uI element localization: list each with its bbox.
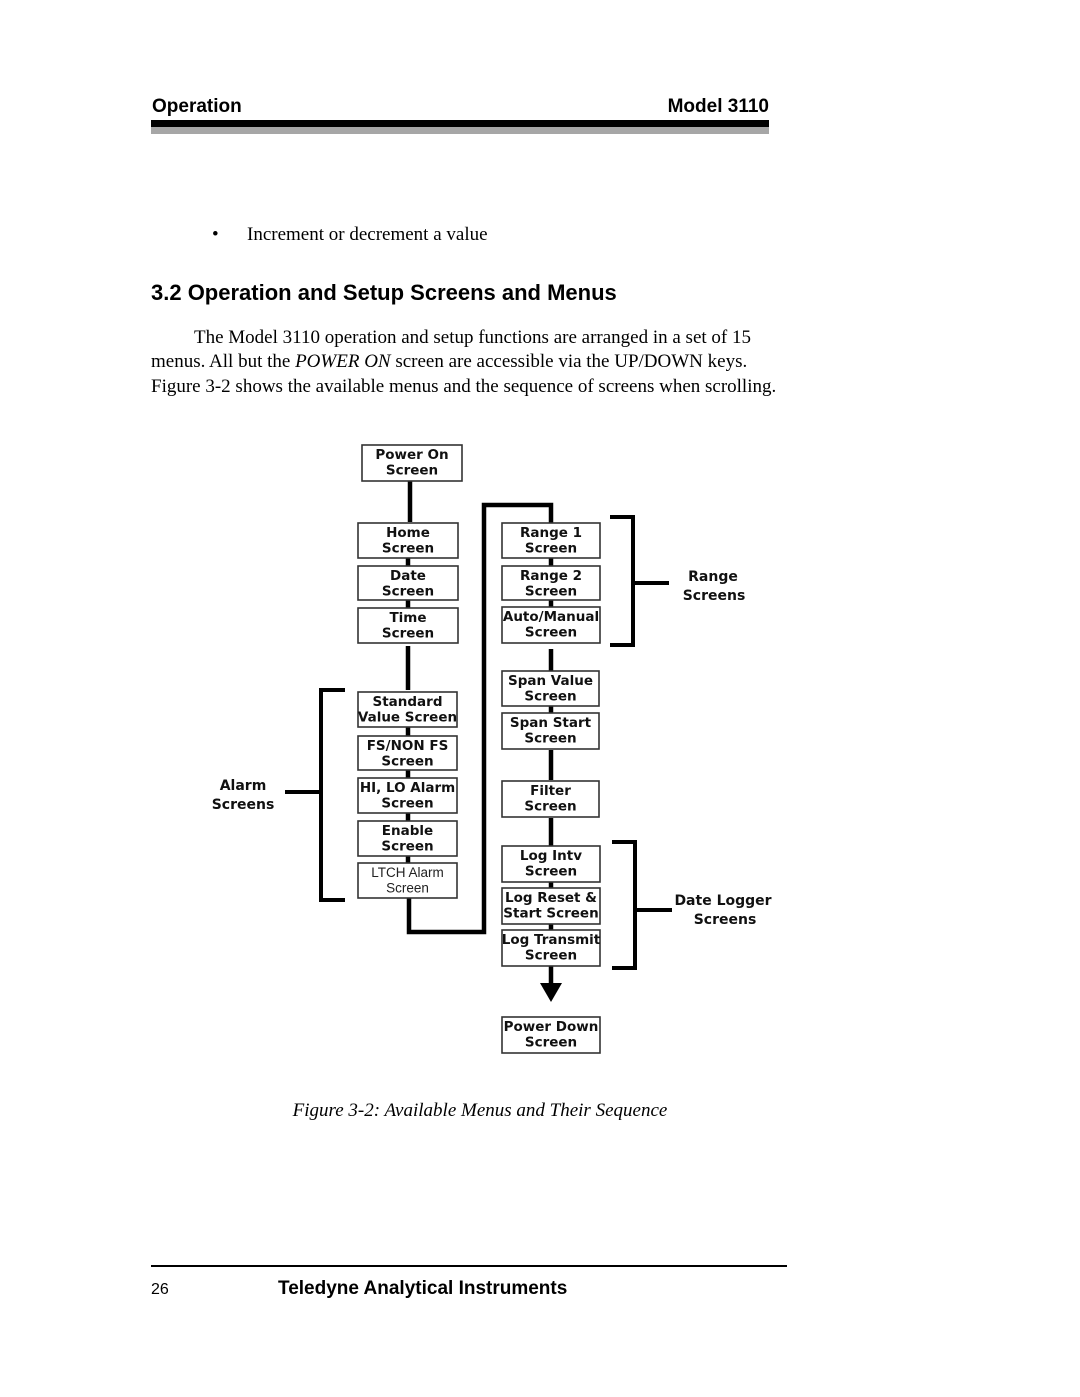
screen-box-enable: Enable Screen xyxy=(357,820,458,857)
footer-rule xyxy=(151,1265,787,1267)
screen-box-fs-non-fs: FS/NON FS Screen xyxy=(357,735,458,771)
footer-publisher: Teledyne Analytical Instruments xyxy=(278,1278,568,1299)
screen-box-label: Power On Screen xyxy=(375,447,448,479)
screen-box-label: Home Screen xyxy=(382,525,434,557)
screen-box-ltch-alarm: LTCH Alarm Screen xyxy=(357,862,458,899)
logger-bracket xyxy=(612,840,672,970)
range-group-label: Range Screens xyxy=(683,569,746,604)
screen-box-label: Range 1 Screen xyxy=(520,525,582,557)
screen-box-log-transmit: Log Transmit Screen xyxy=(501,929,601,967)
range-bracket xyxy=(610,515,669,647)
logger-group-label: Date Logger Screens xyxy=(674,893,771,928)
arrow-down-icon xyxy=(540,983,562,1002)
screen-box-span-value: Span Value Screen xyxy=(501,670,600,707)
menu-flow-diagram: Range Screens Alarm Screens Date Logger Scr… xyxy=(212,444,772,1054)
screen-box-home: Home Screen xyxy=(357,522,459,559)
screen-box-range2: Range 2 Screen xyxy=(501,565,601,601)
screen-box-span-start: Span Start Screen xyxy=(501,712,600,750)
screen-box-range1: Range 1 Screen xyxy=(501,522,601,559)
screen-box-label: Filter Screen xyxy=(524,783,576,815)
screen-box-power-on: Power On Screen xyxy=(361,444,463,482)
screen-box-log-reset: Log Reset & Start Screen xyxy=(501,887,601,925)
screen-box-time: Time Screen xyxy=(357,607,459,644)
page-number: 26 xyxy=(151,1281,169,1298)
screen-box-hi-lo-alarm: HI, LO Alarm Screen xyxy=(357,777,458,814)
screen-box-log-intv: Log Intv Screen xyxy=(501,845,601,883)
screen-box-power-down: Power Down Screen xyxy=(501,1016,601,1054)
screen-box-label: Log Intv Screen xyxy=(520,848,582,880)
figure-caption: Figure 3-2: Available Menus and Their Se… xyxy=(292,1100,668,1121)
alarm-group-label: Alarm Screens xyxy=(212,778,275,813)
screen-box-date: Date Screen xyxy=(357,565,459,601)
screen-box-label: Range 2 Screen xyxy=(520,568,582,600)
screen-box-label: Standard Value Screen xyxy=(358,694,457,726)
screen-box-label: Time Screen xyxy=(382,610,434,642)
screen-box-label: Log Reset & Start Screen xyxy=(503,890,598,922)
screen-box-label: Enable Screen xyxy=(381,823,433,855)
screen-box-filter: Filter Screen xyxy=(501,780,600,818)
alarm-bracket xyxy=(285,688,345,902)
screen-box-auto-manual: Auto/Manual Screen xyxy=(501,606,601,644)
screen-box-standard-value: Standard Value Screen xyxy=(357,691,458,728)
